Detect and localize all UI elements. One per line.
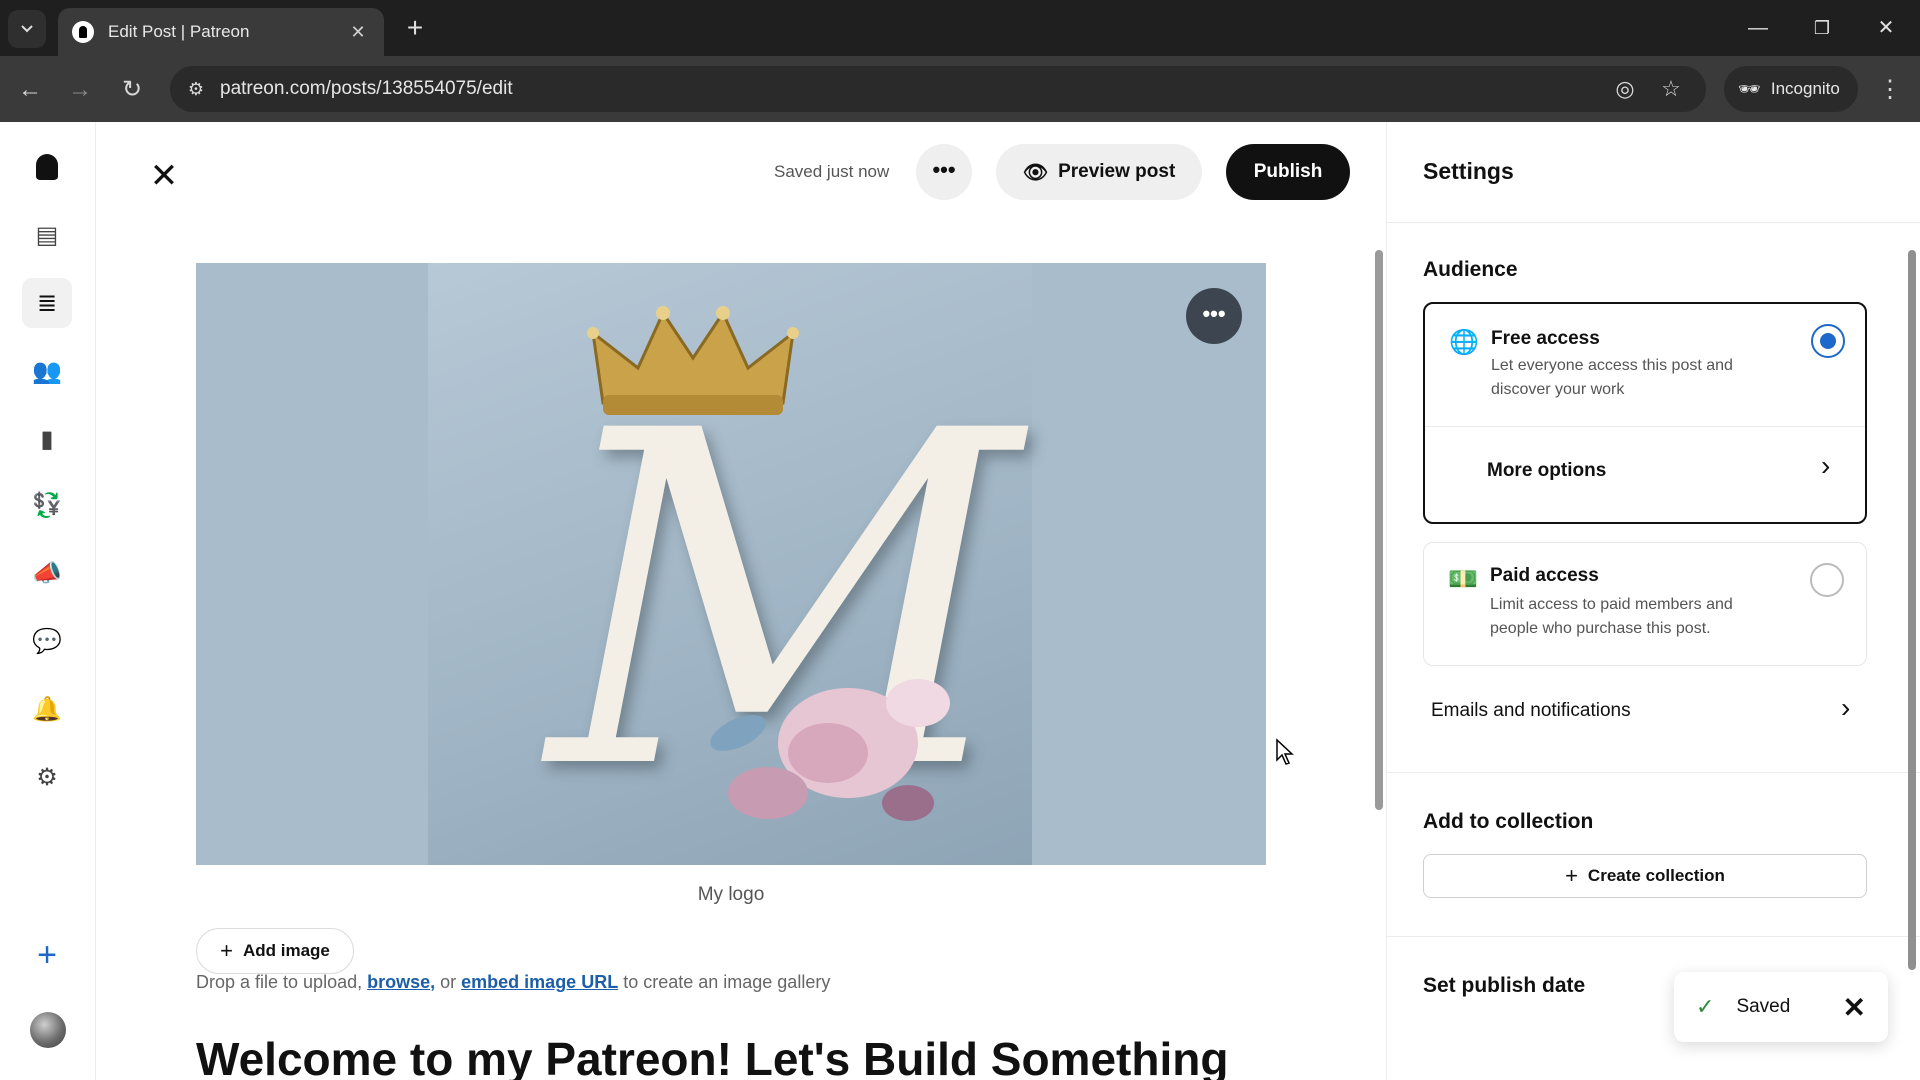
incognito-label: Incognito [1770, 79, 1840, 98]
notifications-icon[interactable]: 🔔 [22, 684, 72, 734]
new-tab-button[interactable]: + [398, 12, 432, 46]
patreon-logo-icon[interactable] [22, 142, 72, 192]
chevron-down-icon [21, 25, 33, 33]
patreon-favicon-icon [72, 21, 94, 43]
audience-heading: Audience [1423, 258, 1518, 281]
add-to-collection-heading: Add to collection [1423, 810, 1594, 833]
chats-icon[interactable]: 💬 [22, 616, 72, 666]
saved-toast: ✓ Saved ✕ [1674, 972, 1888, 1042]
create-collection-label: Create collection [1587, 866, 1725, 885]
restore-button[interactable]: ❐ [1802, 12, 1842, 44]
more-actions-button[interactable]: ••• [916, 144, 972, 200]
forward-arrow-icon[interactable]: → [62, 72, 98, 108]
editor-scrollbar-thumb[interactable] [1375, 250, 1383, 810]
tab-search-button[interactable] [8, 10, 46, 48]
close-editor-icon[interactable]: ✕ [144, 156, 184, 196]
window-close-button[interactable]: ✕ [1866, 12, 1906, 44]
dashboard-icon[interactable]: ▤ [22, 210, 72, 260]
reload-icon[interactable]: ↻ [114, 72, 150, 108]
tab-title: Edit Post | Patreon [108, 22, 250, 41]
incognito-indicator[interactable]: 🕶 Incognito [1724, 66, 1858, 112]
settings-scrollbar-thumb[interactable] [1908, 250, 1916, 970]
back-arrow-icon[interactable]: ← [12, 72, 48, 108]
create-collection-button[interactable]: + Create collection [1423, 854, 1867, 898]
patreon-app: ▤ ≣ 👥 ▮ 💱 📣 💬 🔔 ⚙ + ✕ Saved just now •••… [0, 122, 1920, 1080]
free-access-option[interactable]: 🌐 Free access Let everyone access this p… [1423, 302, 1867, 524]
divider [1387, 936, 1920, 937]
flowers-illustration [710, 679, 950, 821]
post-title[interactable]: Welcome to my Patreon! Let's Build Somet… [196, 1032, 1228, 1080]
chevron-right-icon: › [1841, 692, 1851, 723]
upload-middle: or [435, 972, 462, 992]
image-caption[interactable]: My logo [96, 884, 1366, 906]
save-status: Saved just now [774, 162, 890, 181]
promotions-icon[interactable]: 📣 [22, 548, 72, 598]
set-publish-date-heading: Set publish date [1423, 974, 1586, 997]
left-navigation-rail: ▤ ≣ 👥 ▮ 💱 📣 💬 🔔 ⚙ + [0, 122, 96, 1080]
browser-tab-bar: Edit Post | Patreon ✕ + — ❐ ✕ [0, 0, 1920, 56]
add-image-button[interactable]: + Add image [196, 928, 354, 974]
image-options-button[interactable]: ••• [1186, 288, 1242, 344]
avatar[interactable] [30, 1012, 66, 1048]
add-image-label: Add image [242, 941, 330, 960]
posts-icon[interactable]: ≣ [22, 278, 72, 328]
bookmark-star-icon[interactable]: ☆ [1656, 75, 1686, 103]
free-access-description: Let everyone access this post and discov… [1491, 357, 1733, 398]
paid-access-description: Limit access to paid members and people … [1490, 596, 1733, 637]
upload-suffix: to create an image gallery [618, 972, 831, 992]
more-options-label[interactable]: More options [1487, 460, 1606, 482]
settings-panel: Settings Audience 🌐 Free access Let ever… [1386, 122, 1920, 1080]
payouts-icon[interactable]: 💱 [22, 480, 72, 530]
free-access-title: Free access [1491, 328, 1600, 349]
checkmark-icon: ✓ [1696, 994, 1715, 1019]
browser-toolbar: ← → ↻ ⚙ patreon.com/posts/138554075/edit… [0, 56, 1920, 122]
audience-icon[interactable]: 👥 [22, 346, 72, 396]
free-access-radio[interactable] [1811, 324, 1845, 358]
chevron-right-icon[interactable]: › [1821, 450, 1830, 482]
divider [1387, 772, 1920, 773]
editor-scrollbar[interactable] [1371, 230, 1385, 1080]
address-bar[interactable]: ⚙ patreon.com/posts/138554075/edit ◎ ☆ [170, 66, 1706, 112]
post-editor: ✕ Saved just now ••• 👁 Preview post Publ… [96, 122, 1386, 1080]
insights-icon[interactable]: ▮ [22, 414, 72, 464]
emails-notifications-label: Emails and notifications [1431, 700, 1631, 721]
settings-scrollbar[interactable] [1905, 230, 1919, 1080]
paid-access-title: Paid access [1490, 565, 1599, 586]
toast-message: Saved [1736, 996, 1791, 1017]
plus-icon: + [1565, 863, 1578, 888]
plus-icon: + [220, 938, 233, 963]
incognito-icon: 🕶 [1738, 78, 1761, 99]
paid-access-option[interactable]: 💵 Paid access Limit access to paid membe… [1423, 542, 1867, 666]
minimize-button[interactable]: — [1738, 12, 1778, 44]
browser-tab[interactable]: Edit Post | Patreon ✕ [58, 8, 384, 56]
upload-instructions: Drop a file to upload, browse, or embed … [196, 972, 830, 993]
paid-money-icon: 💵 [1448, 566, 1478, 593]
preview-post-button[interactable]: 👁 Preview post [996, 144, 1202, 200]
browse-link[interactable]: browse, [367, 972, 435, 992]
divider [1425, 426, 1865, 427]
preview-post-label: Preview post [1058, 161, 1176, 182]
post-image[interactable]: M [196, 263, 1266, 865]
settings-gear-icon[interactable]: ⚙ [22, 752, 72, 802]
logo-artwork: M [428, 263, 1032, 865]
divider [1387, 222, 1920, 223]
create-plus-icon[interactable]: + [22, 930, 72, 980]
tab-close-icon[interactable]: ✕ [346, 22, 370, 43]
toast-close-icon[interactable]: ✕ [1843, 991, 1866, 1024]
settings-title: Settings [1423, 158, 1514, 184]
emails-notifications-row[interactable]: Emails and notifications › [1423, 690, 1867, 738]
embed-image-url-link[interactable]: embed image URL [461, 972, 618, 992]
paid-access-radio[interactable] [1810, 563, 1844, 597]
url-text[interactable]: patreon.com/posts/138554075/edit [220, 78, 513, 100]
publish-button[interactable]: Publish [1226, 144, 1350, 200]
eye-icon: 👁 [1022, 161, 1049, 184]
globe-icon: 🌐 [1449, 329, 1479, 356]
eye-slash-icon[interactable]: ◎ [1610, 75, 1640, 103]
site-info-icon[interactable]: ⚙ [182, 75, 210, 103]
mouse-cursor-icon [1276, 738, 1294, 765]
upload-prefix: Drop a file to upload, [196, 972, 368, 992]
browser-menu-icon[interactable]: ⋮ [1876, 72, 1904, 108]
